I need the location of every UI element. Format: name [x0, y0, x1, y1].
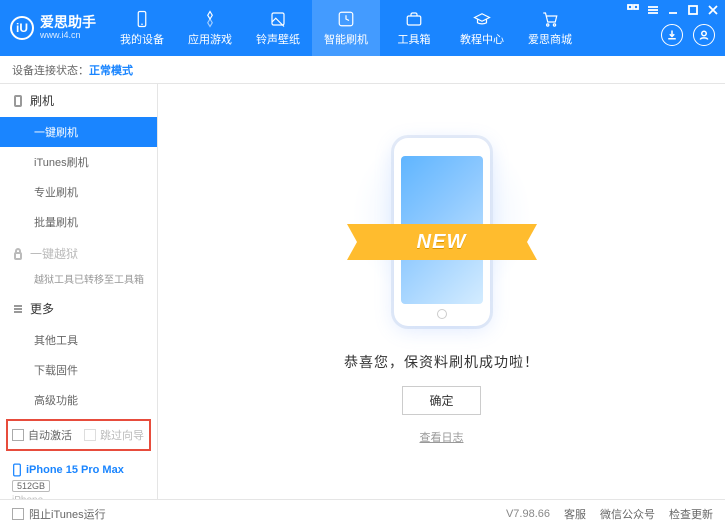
status-label: 设备连接状态：: [12, 62, 89, 78]
footer-wechat[interactable]: 微信公众号: [600, 506, 655, 522]
nav-my-device[interactable]: 我的设备: [108, 0, 176, 56]
version-label: V7.98.66: [506, 508, 550, 520]
lock-icon: [12, 248, 24, 260]
nav-store[interactable]: 爱思商城: [516, 0, 584, 56]
footer-support[interactable]: 客服: [564, 506, 586, 522]
sidebar-item-download-firmware[interactable]: 下载固件: [0, 355, 157, 385]
sidebar-item-oneclick-flash[interactable]: 一键刷机: [0, 117, 157, 147]
grad-cap-icon: [472, 9, 492, 29]
header-actions: [661, 24, 715, 46]
nav-toolbox[interactable]: 工具箱: [380, 0, 448, 56]
device-type: iPhone: [12, 495, 145, 499]
nav-apps-games[interactable]: 应用游戏: [176, 0, 244, 56]
main-nav: 我的设备 应用游戏 铃声壁纸 智能刷机 工具箱 教程中心 爱思商城: [108, 0, 584, 56]
footer-check-update[interactable]: 检查更新: [669, 506, 713, 522]
sidebar-jailbreak-info: 越狱工具已转移至工具箱: [0, 270, 157, 292]
maximize-icon[interactable]: [687, 4, 699, 16]
device-name[interactable]: iPhone 15 Pro Max: [12, 463, 145, 477]
new-badge: NEW: [361, 224, 523, 260]
sidebar-item-pro-flash[interactable]: 专业刷机: [0, 177, 157, 207]
menu-icon[interactable]: [647, 4, 659, 16]
nav-flash[interactable]: 智能刷机: [312, 0, 380, 56]
app-subtitle: www.i4.cn: [40, 31, 96, 41]
apps-icon: [200, 9, 220, 29]
success-message: 恭喜您，保资料刷机成功啦！: [344, 352, 539, 372]
device-info: iPhone 15 Pro Max 512GB iPhone: [0, 455, 157, 499]
status-mode: 正常模式: [89, 62, 133, 78]
download-button[interactable]: [661, 24, 683, 46]
sidebar-item-batch-flash[interactable]: 批量刷机: [0, 207, 157, 237]
success-illustration: NEW: [357, 138, 527, 338]
sidebar-item-other-tools[interactable]: 其他工具: [0, 325, 157, 355]
sidebar: 刷机 一键刷机 iTunes刷机 专业刷机 批量刷机 一键越狱 越狱工具已转移至…: [0, 84, 158, 499]
sidebar-item-advanced[interactable]: 高级功能: [0, 385, 157, 415]
sidebar-group-flash[interactable]: 刷机: [0, 84, 157, 117]
main-content: NEW 恭喜您，保资料刷机成功啦！ 确定 查看日志: [158, 84, 725, 499]
nav-tutorials[interactable]: 教程中心: [448, 0, 516, 56]
sidebar-item-itunes-flash[interactable]: iTunes刷机: [0, 147, 157, 177]
cart-icon: [540, 9, 560, 29]
close-icon[interactable]: [707, 4, 719, 16]
logo-area: iU 爱思助手 www.i4.cn: [0, 15, 108, 40]
wallpaper-icon: [268, 9, 288, 29]
device-icon: [12, 463, 22, 477]
highlighted-options: 自动激活 跳过向导: [6, 419, 151, 451]
phone-icon: [132, 9, 152, 29]
sidebar-group-more[interactable]: 更多: [0, 292, 157, 325]
logo-icon: iU: [10, 16, 34, 40]
phone-small-icon: [12, 95, 24, 107]
ok-button[interactable]: 确定: [402, 386, 480, 415]
window-controls: [627, 4, 719, 16]
checkbox-block-itunes[interactable]: 阻止iTunes运行: [12, 506, 106, 522]
user-button[interactable]: [693, 24, 715, 46]
device-storage: 512GB: [12, 480, 50, 492]
app-title: 爱思助手: [40, 15, 96, 30]
nav-ringtones[interactable]: 铃声壁纸: [244, 0, 312, 56]
settings-icon[interactable]: [627, 4, 639, 16]
footer: 阻止iTunes运行 V7.98.66 客服 微信公众号 检查更新: [0, 499, 725, 527]
view-log-link[interactable]: 查看日志: [420, 429, 464, 445]
list-icon: [12, 303, 24, 315]
toolbox-icon: [404, 9, 424, 29]
minimize-icon[interactable]: [667, 4, 679, 16]
checkbox-auto-activate[interactable]: 自动激活: [12, 427, 72, 443]
app-header: iU 爱思助手 www.i4.cn 我的设备 应用游戏 铃声壁纸 智能刷机 工具…: [0, 0, 725, 56]
sidebar-group-jailbreak: 一键越狱: [0, 237, 157, 270]
flash-icon: [336, 9, 356, 29]
status-bar: 设备连接状态： 正常模式: [0, 56, 725, 84]
checkbox-skip-guide: 跳过向导: [84, 427, 144, 443]
